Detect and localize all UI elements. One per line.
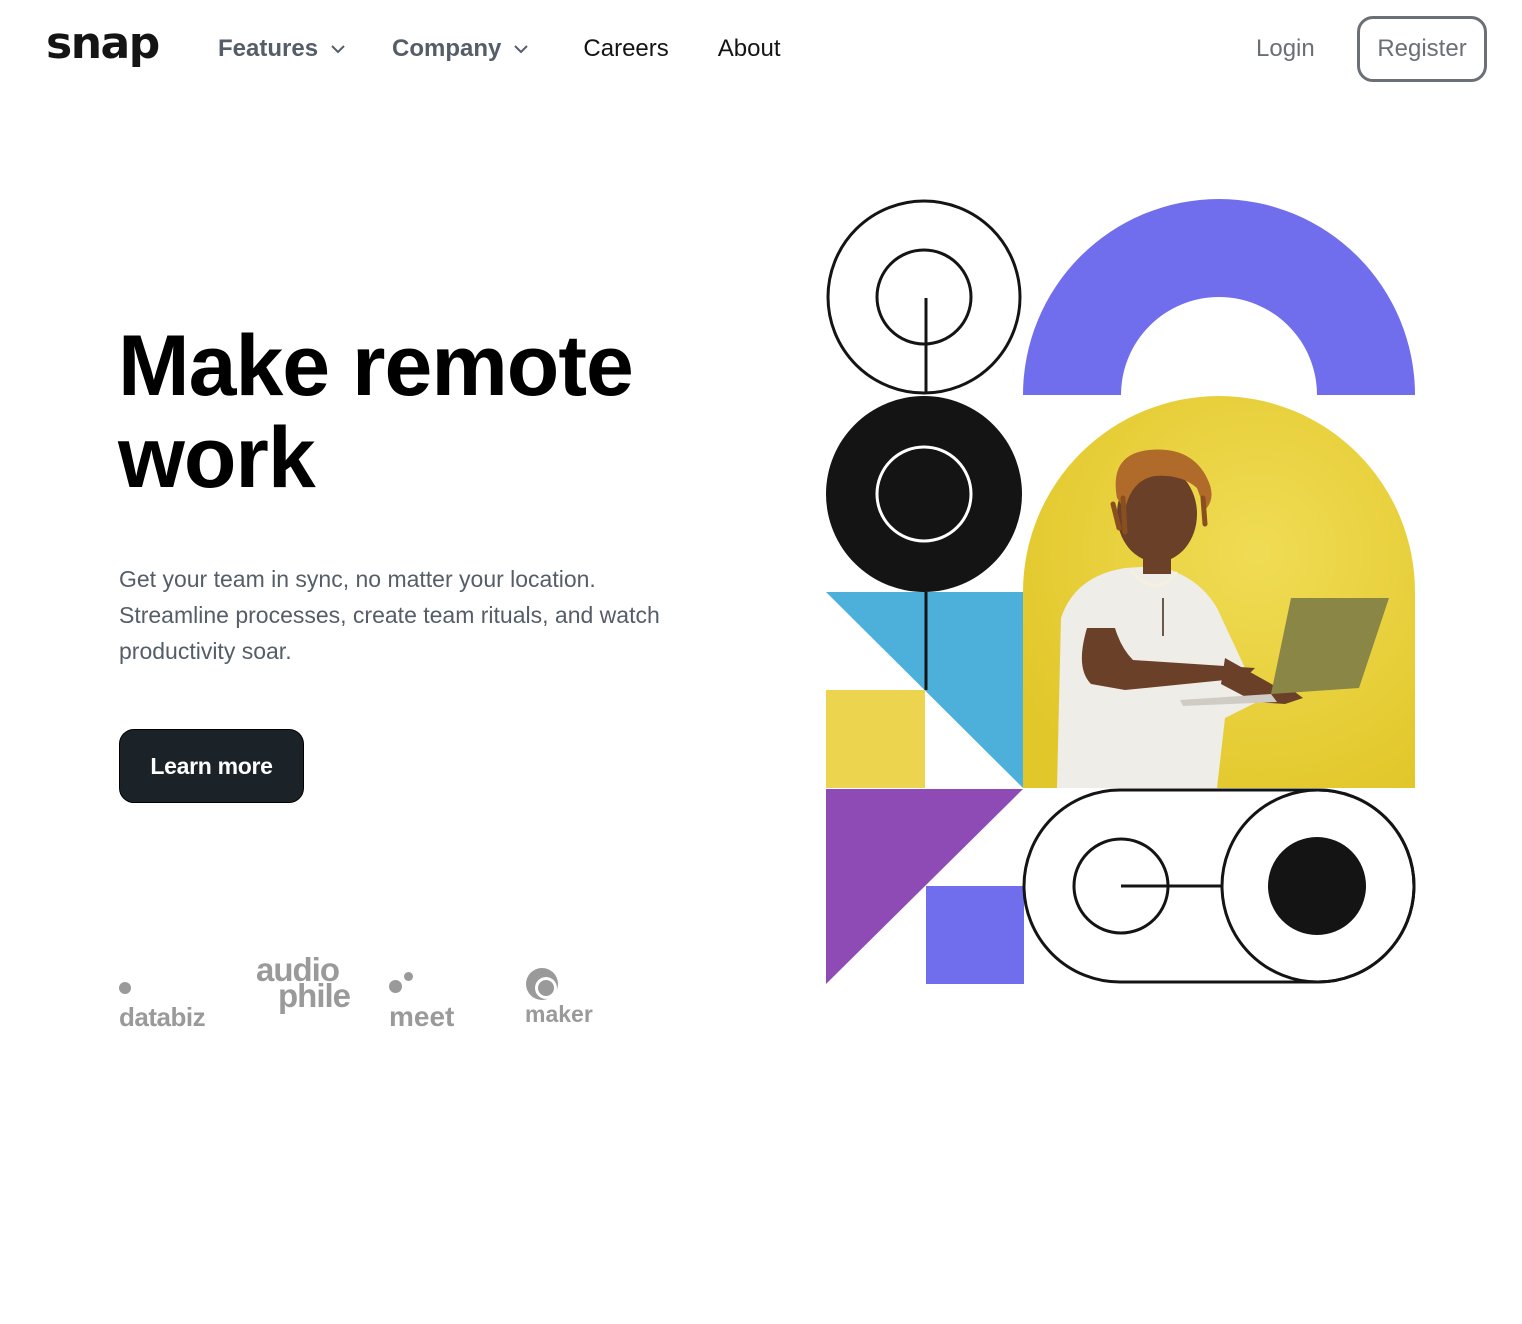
register-button[interactable]: Register <box>1357 16 1487 82</box>
outline-circle-shape <box>826 199 1022 395</box>
maker-label: maker <box>525 1001 593 1027</box>
yellow-square-shape <box>826 690 925 788</box>
nav-company-label: Company <box>392 35 502 62</box>
meet-label: meet <box>389 1001 455 1032</box>
hero-illustration <box>825 198 1419 988</box>
audiophile-logo: audio phile <box>256 953 351 1012</box>
nav-careers[interactable]: Careers <box>583 30 668 68</box>
black-circle-shape <box>826 396 1022 592</box>
nav-features-label: Features <box>218 35 319 62</box>
login-link[interactable]: Login <box>1256 30 1315 68</box>
maker-mark-icon <box>525 967 559 1001</box>
chevron-down-icon <box>330 41 346 57</box>
person-photo <box>1023 396 1415 788</box>
hero-title: Make remote work <box>118 318 634 506</box>
purple-arch-shape <box>1023 199 1415 395</box>
databiz-logo: databiz <box>119 971 206 1033</box>
purple-square-shape <box>926 886 1024 984</box>
nav-about[interactable]: About <box>718 30 781 68</box>
chevron-down-icon <box>513 41 529 57</box>
nav-features[interactable]: Features <box>218 30 346 68</box>
learn-more-button[interactable]: Learn more <box>119 729 304 803</box>
hero-illustration-svg <box>826 199 1416 984</box>
meet-logo: meet <box>389 969 454 1033</box>
databiz-label: databiz <box>119 1002 206 1032</box>
meet-dots-icon <box>389 972 417 996</box>
main-nav: Features Company Careers About <box>218 30 780 68</box>
databiz-dot-icon <box>119 982 131 994</box>
hero-subtitle: Get your team in sync, no matter your lo… <box>119 566 660 664</box>
maker-logo: maker <box>525 967 593 1028</box>
site-logo[interactable]: snap <box>46 16 160 72</box>
landing-page: snap Features Company Careers About Logi… <box>0 0 1522 1324</box>
pill-black-dot-shape <box>1268 837 1366 935</box>
nav-company[interactable]: Company <box>392 30 529 68</box>
